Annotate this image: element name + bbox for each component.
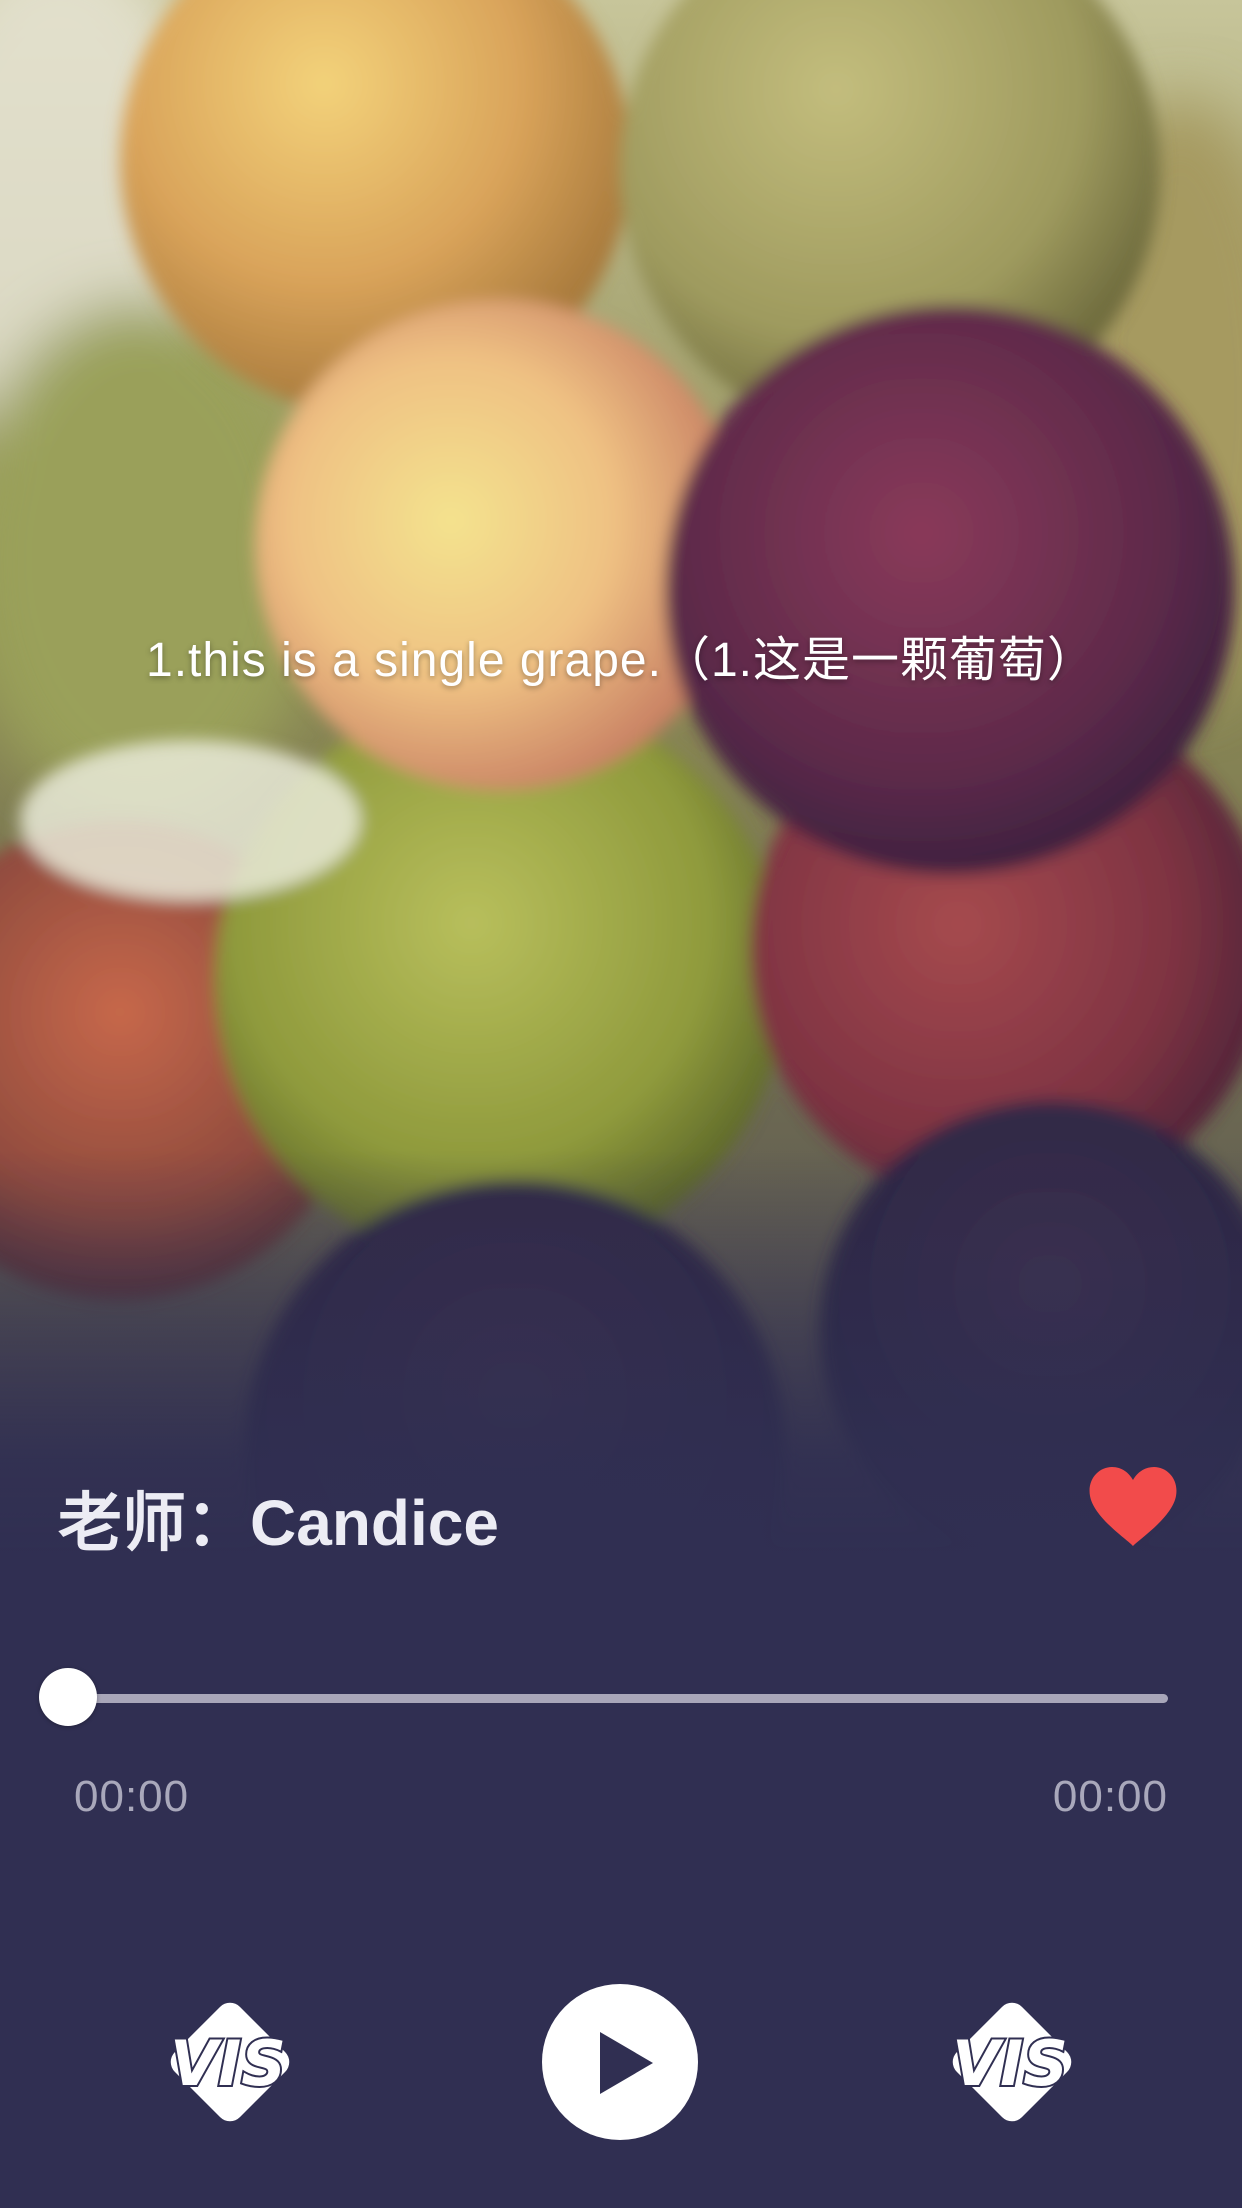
current-time: 00:00 bbox=[74, 1772, 190, 1821]
teacher-label: 老师：Candice bbox=[58, 1472, 499, 1564]
svg-text:VIS: VIS bbox=[170, 2027, 286, 2100]
progress-slider[interactable] bbox=[39, 1668, 1172, 1728]
vis-logo-icon: VIS bbox=[168, 2002, 290, 2122]
lesson-subtitle: 1.this is a single grape.（1.这是一颗葡萄） bbox=[146, 634, 1096, 687]
favorite-button[interactable] bbox=[1088, 1466, 1178, 1548]
heart-icon bbox=[1089, 1467, 1177, 1546]
teacher-prefix: 老师： bbox=[58, 1487, 250, 1559]
vis-logo-icon: VIS bbox=[950, 2002, 1072, 2122]
audio-player-screen: 1.this is a single grape.（1.这是一颗葡萄） 老师：C… bbox=[0, 0, 1242, 2208]
photo-gradient-overlay bbox=[0, 0, 1242, 1560]
play-button[interactable] bbox=[540, 1982, 700, 2142]
progress-track[interactable] bbox=[68, 1694, 1168, 1703]
next-button[interactable]: VIS bbox=[932, 1982, 1092, 2142]
teacher-name: Candice bbox=[250, 1487, 499, 1559]
grapes-photo bbox=[0, 0, 1242, 1560]
svg-text:VIS: VIS bbox=[952, 2027, 1068, 2100]
progress-knob[interactable] bbox=[39, 1668, 97, 1726]
play-icon bbox=[542, 1984, 698, 2140]
duration-time: 00:00 bbox=[1052, 1772, 1168, 1821]
previous-button[interactable]: VIS bbox=[150, 1982, 310, 2142]
